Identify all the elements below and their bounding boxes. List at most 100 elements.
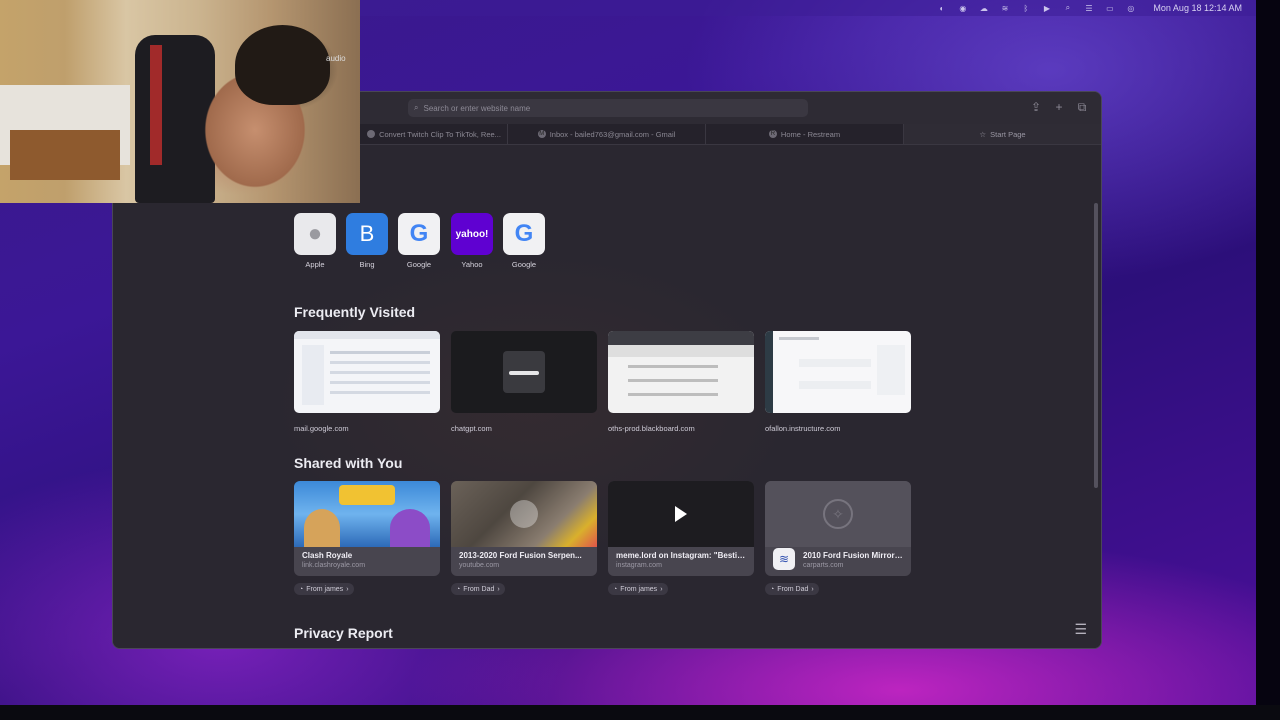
restream-icon: R <box>768 130 777 138</box>
site-thumbnail <box>451 331 597 413</box>
webcam-chair-stripe <box>150 45 162 165</box>
gmail-icon: M <box>537 130 546 138</box>
new-tab-button[interactable]: + <box>1052 100 1066 114</box>
yahoo-icon: yahoo! <box>451 213 493 255</box>
bluetooth-icon[interactable]: ᛒ <box>1021 4 1030 13</box>
tab-restream[interactable]: R Home - Restream <box>706 124 904 144</box>
site-label: ofallon.instructure.com <box>765 424 841 433</box>
siri-icon[interactable]: ◎ <box>1126 4 1135 13</box>
from-contact-pill[interactable]: ◔ From james › <box>608 583 668 595</box>
address-placeholder: Search or enter website name <box>423 103 531 113</box>
site-label: oths-prod.blackboard.com <box>608 424 695 433</box>
tab-convert-twitch[interactable]: Convert Twitch Clip To TikTok, Ree... <box>361 124 508 144</box>
favorite-yahoo[interactable]: yahoo! Yahoo <box>451 213 493 269</box>
share-icon[interactable]: ⇪ <box>1029 100 1043 114</box>
frequent-site-instructure[interactable]: ofallon.instructure.com <box>765 331 911 433</box>
menu-bar-clock[interactable]: Mon Aug 18 12:14 AM <box>1153 3 1242 13</box>
wifi-icon[interactable]: ≋ <box>1000 4 1009 13</box>
share-domain: instagram.com <box>616 562 662 569</box>
tab-label: Start Page <box>990 129 1026 139</box>
shared-card-carparts[interactable]: ✧ ≋ 2010 Ford Fusion Mirrors f... carpar… <box>765 481 911 576</box>
search-icon: ⌕ <box>414 103 419 112</box>
chevron-right-icon: › <box>497 585 500 593</box>
frequent-site-chatgpt[interactable]: chatgpt.com <box>451 331 597 433</box>
site-thumbnail <box>608 331 754 413</box>
favorite-apple[interactable]: ● Apple <box>294 213 336 269</box>
shared-card-ford-serpentine[interactable]: 2013-2020 Ford Fusion Serpen... youtube.… <box>451 481 597 576</box>
from-label: From Dad <box>777 585 809 593</box>
messages-icon: ◔ <box>613 585 618 593</box>
messages-icon: ◔ <box>299 585 304 593</box>
share-thumbnail: ✧ <box>765 481 911 547</box>
webcam-mic-label: audio <box>326 54 346 63</box>
battery-icon[interactable]: ▭ <box>1105 4 1114 13</box>
tab-label: Home - Restream <box>780 129 841 139</box>
from-contact-pill[interactable]: ◔ From Dad › <box>451 583 505 595</box>
favorite-label: Yahoo <box>461 260 483 269</box>
tab-gmail[interactable]: M Inbox - bailed763@gmail.com - Gmail <box>508 124 706 144</box>
share-thumbnail <box>451 481 597 547</box>
tab-label: Inbox - bailed763@gmail.com - Gmail <box>549 129 676 139</box>
tab-label: Convert Twitch Clip To TikTok, Ree... <box>379 129 501 139</box>
start-page <box>113 145 1101 648</box>
share-info: 2013-2020 Ford Fusion Serpen... youtube.… <box>459 551 589 569</box>
favorite-label: Google <box>406 260 432 269</box>
play-icon[interactable]: ▶ <box>1042 4 1051 13</box>
carparts-icon: ≋ <box>773 548 795 570</box>
scrollbar[interactable] <box>1094 203 1098 488</box>
star-icon: ☆ <box>979 129 987 139</box>
google-icon: G <box>503 213 545 255</box>
play-icon <box>675 506 687 522</box>
favorite-google-2[interactable]: G Google <box>503 213 545 269</box>
page-icon <box>367 130 376 138</box>
site-label: mail.google.com <box>294 424 349 433</box>
share-domain: link.clashroyale.com <box>302 562 366 569</box>
video-play-icon <box>510 500 538 528</box>
control-center-icon[interactable]: ☰ <box>1084 4 1093 13</box>
compass-icon: ✧ <box>823 499 853 529</box>
shared-card-instagram[interactable]: meme.lord on Instagram: "Bestie is... in… <box>608 481 754 576</box>
favorite-google[interactable]: G Google <box>398 213 440 269</box>
favorite-bing[interactable]: B Bing <box>346 213 388 269</box>
share-domain: youtube.com <box>459 562 500 569</box>
tab-overview-icon[interactable]: ⧉ <box>1075 100 1089 114</box>
record-icon[interactable]: ◉ <box>958 4 967 13</box>
frequent-site-gmail[interactable]: mail.google.com <box>294 331 440 433</box>
share-title: 2013-2020 Ford Fusion Serpen... <box>459 551 582 560</box>
chevron-right-icon: › <box>811 585 814 593</box>
from-contact-pill[interactable]: ◔ From james › <box>294 583 354 595</box>
from-label: From james <box>620 585 658 593</box>
site-thumbnail <box>765 331 911 413</box>
search-icon[interactable]: ⌕ <box>1063 3 1072 13</box>
tab-start-page[interactable]: ☆ Start Page <box>904 124 1101 144</box>
shared-with-you-heading: Shared with You <box>294 455 403 471</box>
share-domain: carparts.com <box>803 562 844 569</box>
webcam-overlay: audio <box>0 0 360 203</box>
cloud-icon[interactable]: ☁ <box>979 4 988 13</box>
webcam-table <box>10 130 120 180</box>
customize-start-page-icon[interactable]: ☰ <box>1074 621 1087 638</box>
favorite-label: Google <box>511 260 537 269</box>
share-thumbnail <box>294 481 440 547</box>
from-label: From james <box>306 585 344 593</box>
google-icon: G <box>398 213 440 255</box>
privacy-report-heading: Privacy Report <box>294 625 393 641</box>
screen-mirror-icon[interactable]: ◐ <box>937 4 946 13</box>
webcam-head <box>235 25 330 105</box>
site-label: chatgpt.com <box>451 424 492 433</box>
share-thumbnail <box>608 481 754 547</box>
favorite-label: Bing <box>359 260 375 269</box>
frequent-site-blackboard[interactable]: oths-prod.blackboard.com <box>608 331 754 433</box>
address-bar[interactable]: ⌕ Search or enter website name <box>408 99 808 117</box>
messages-icon: ◔ <box>770 585 775 593</box>
share-title: meme.lord on Instagram: "Bestie is... <box>616 551 746 560</box>
frequently-visited-heading: Frequently Visited <box>294 304 416 320</box>
screen-edge-bottom <box>0 705 1280 720</box>
bing-icon: B <box>346 213 388 255</box>
apple-icon: ● <box>294 213 336 255</box>
shared-card-clash-royale[interactable]: Clash Royale link.clashroyale.com <box>294 481 440 576</box>
from-label: From Dad <box>463 585 495 593</box>
from-contact-pill[interactable]: ◔ From Dad › <box>765 583 819 595</box>
share-info: meme.lord on Instagram: "Bestie is... in… <box>616 551 746 569</box>
share-title: 2010 Ford Fusion Mirrors f... <box>803 551 903 560</box>
